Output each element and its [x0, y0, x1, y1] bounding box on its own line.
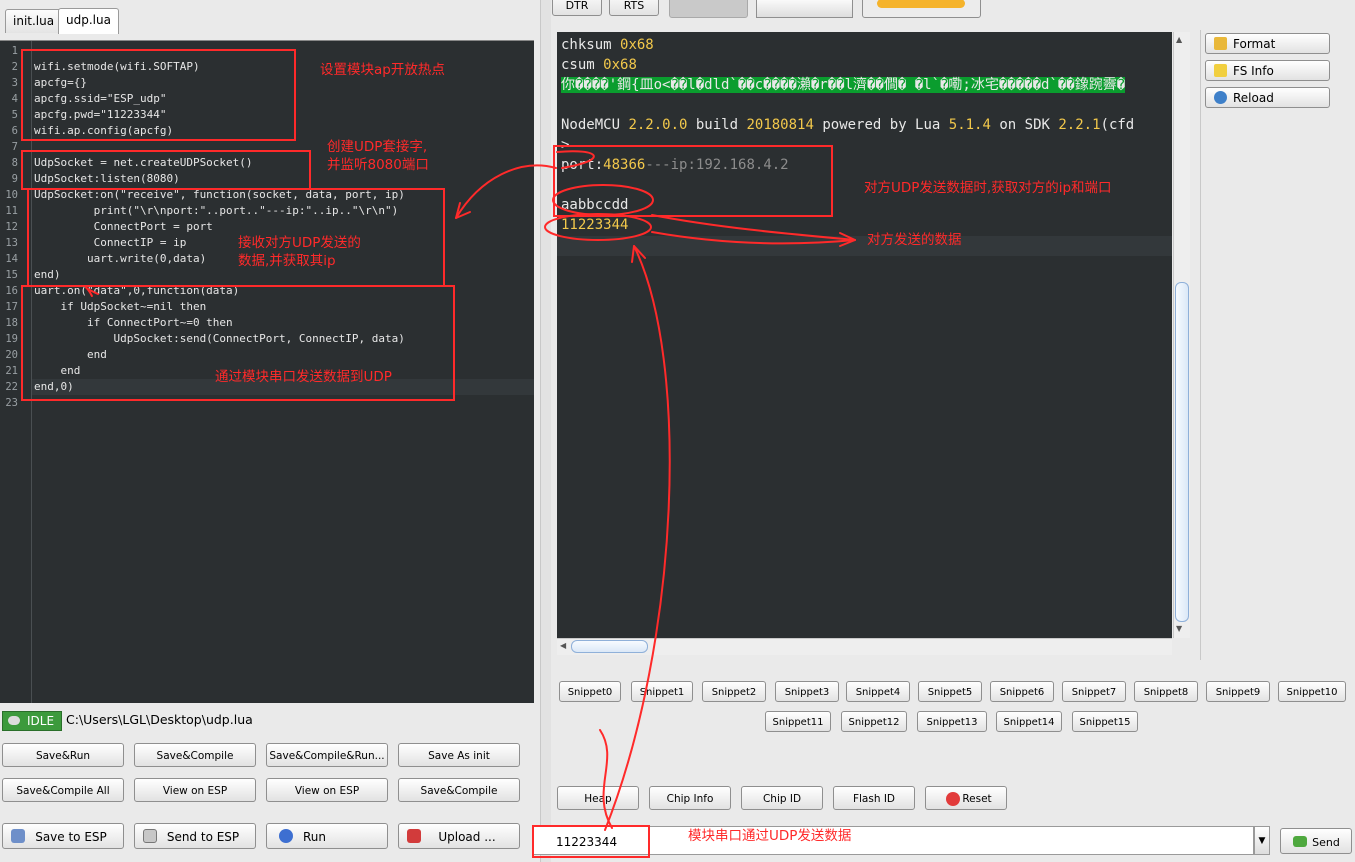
arrow-serial-up	[604, 245, 671, 831]
circle-recv-data	[552, 184, 654, 216]
arrow-listen-port	[556, 150, 595, 169]
arrow-to-receive	[455, 164, 557, 219]
circle-echo-data	[544, 213, 652, 241]
annotation-arrows	[85, 150, 856, 831]
